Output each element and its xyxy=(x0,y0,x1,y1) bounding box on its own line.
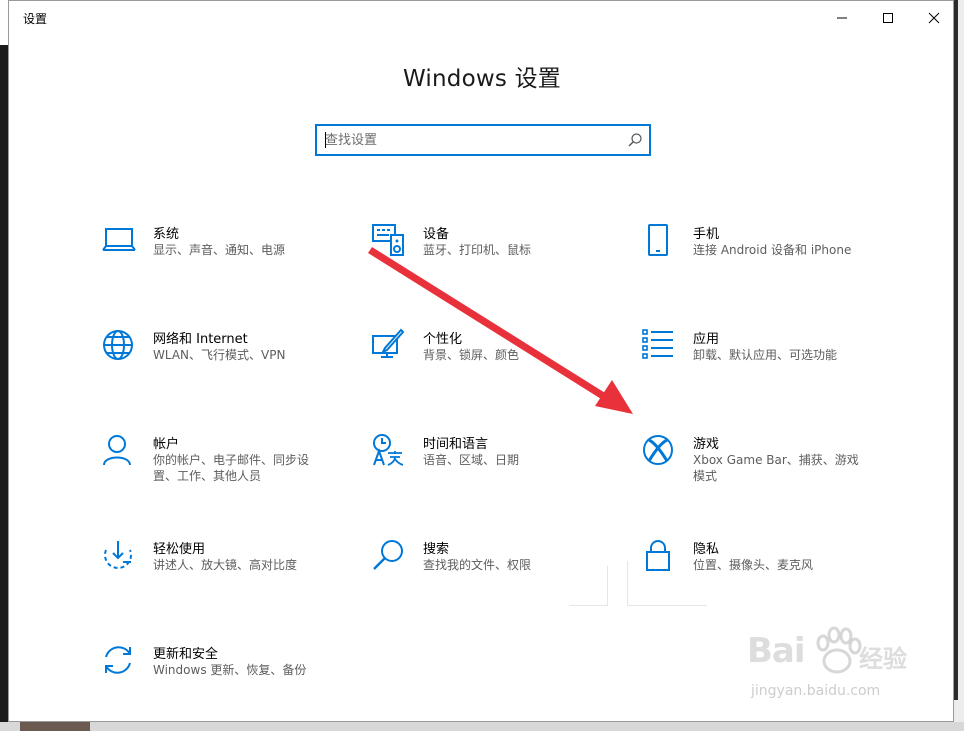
tile-name: 设备 xyxy=(423,227,450,242)
tile-name: 搜索 xyxy=(423,542,450,557)
tile-desc: 显示、声音、通知、电源 xyxy=(153,243,286,257)
tile-name: 系统 xyxy=(153,227,180,242)
tile-name: 更新和安全 xyxy=(153,647,219,662)
laptop-icon xyxy=(102,228,136,251)
tile-ease-of-access[interactable]: 轻松使用 讲述人、放大镜、高对比度 xyxy=(101,538,361,608)
tile-name: 游戏 xyxy=(693,437,720,452)
tile-desc: 语音、区域、日期 xyxy=(423,453,520,467)
person-icon xyxy=(103,435,131,466)
tile-name: 应用 xyxy=(693,332,720,347)
tile-desc: Windows 更新、恢复、备份 xyxy=(153,663,307,677)
maximize-button[interactable] xyxy=(865,1,911,35)
xbox-icon xyxy=(643,435,673,465)
title-bar[interactable]: 设置 xyxy=(9,1,953,35)
desktop-right-strip xyxy=(954,0,964,731)
minimize-icon xyxy=(837,17,847,19)
watermark-brand-cn: 经验 xyxy=(859,645,907,673)
tile-apps[interactable]: 应用 卸载、默认应用、可选功能 xyxy=(641,328,901,398)
lock-icon xyxy=(646,540,670,571)
tile-privacy[interactable]: 隐私 位置、摄像头、麦克风 xyxy=(641,538,901,608)
maximize-icon xyxy=(883,13,893,23)
artifact-line xyxy=(627,561,628,606)
magnifier-icon xyxy=(373,540,403,570)
tile-desc: 讲述人、放大镜、高对比度 xyxy=(153,558,298,572)
tile-desc: 位置、摄像头、麦克风 xyxy=(693,558,814,572)
close-icon xyxy=(928,12,940,24)
tile-time-language[interactable]: 时间和语言 语音、区域、日期 xyxy=(371,433,631,503)
tile-name: 帐户 xyxy=(153,437,180,452)
search-input[interactable] xyxy=(325,126,615,154)
baidu-watermark: Bai 经验 jingyan.baidu.com xyxy=(747,626,937,709)
personalization-icon xyxy=(372,328,405,358)
close-button[interactable] xyxy=(911,1,957,35)
tile-accounts[interactable]: 帐户 你的帐户、电子邮件、同步设置、工作、其他人员 xyxy=(101,433,361,503)
tile-name: 个性化 xyxy=(423,332,463,347)
tile-desc: 你的帐户、电子邮件、同步设置、工作、其他人员 xyxy=(153,453,310,483)
ease-of-access-icon xyxy=(104,541,132,569)
window-title: 设置 xyxy=(23,12,48,26)
tile-name: 隐私 xyxy=(693,542,720,557)
paw-icon xyxy=(816,626,862,674)
search-icon[interactable] xyxy=(627,132,643,148)
tile-name: 轻松使用 xyxy=(153,542,206,557)
watermark-url: jingyan.baidu.com xyxy=(751,683,881,699)
update-icon xyxy=(105,646,131,674)
tile-devices[interactable]: 设备 蓝牙、打印机、鼠标 xyxy=(371,223,631,293)
tile-desc: Xbox Game Bar、捕获、游戏模式 xyxy=(693,453,859,483)
watermark-brand: Bai xyxy=(747,631,806,671)
tile-name: 时间和语言 xyxy=(423,437,489,452)
search-box[interactable] xyxy=(315,124,651,156)
tile-desc: 连接 Android 设备和 iPhone xyxy=(693,243,852,257)
tile-name: 网络和 Internet xyxy=(153,332,248,347)
tile-personalization[interactable]: 个性化 背景、锁屏、颜色 xyxy=(371,328,631,398)
tile-desc: 蓝牙、打印机、鼠标 xyxy=(423,243,532,257)
tile-name: 手机 xyxy=(693,227,720,242)
page-title: Windows 设置 xyxy=(403,66,561,92)
tile-network[interactable]: 网络和 Internet WLAN、飞行模式、VPN xyxy=(101,328,361,398)
settings-window: 设置 Windows 设置 系统 显示、声音、通知、电源 xyxy=(8,0,954,722)
artifact-line xyxy=(627,605,707,606)
tile-desc: WLAN、飞行模式、VPN xyxy=(153,348,286,362)
phone-icon xyxy=(648,224,668,256)
tile-desc: 查找我的文件、权限 xyxy=(423,558,532,572)
time-language-icon xyxy=(373,434,404,466)
tile-update-security[interactable]: 更新和安全 Windows 更新、恢复、备份 xyxy=(101,643,361,713)
tile-phone[interactable]: 手机 连接 Android 设备和 iPhone xyxy=(641,223,901,293)
tile-search[interactable]: 搜索 查找我的文件、权限 xyxy=(371,538,631,608)
globe-icon xyxy=(103,330,133,360)
tile-desc: 背景、锁屏、颜色 xyxy=(423,348,520,362)
tile-system[interactable]: 系统 显示、声音、通知、电源 xyxy=(101,223,361,293)
desktop-bottom-strip xyxy=(0,722,964,731)
devices-icon xyxy=(372,224,404,256)
artifact-line xyxy=(607,566,608,606)
apps-list-icon xyxy=(642,329,673,359)
tile-desc: 卸载、默认应用、可选功能 xyxy=(693,348,838,362)
artifact-line xyxy=(569,605,607,606)
tile-gaming[interactable]: 游戏 Xbox Game Bar、捕获、游戏模式 xyxy=(641,433,901,503)
minimize-button[interactable] xyxy=(819,1,865,35)
